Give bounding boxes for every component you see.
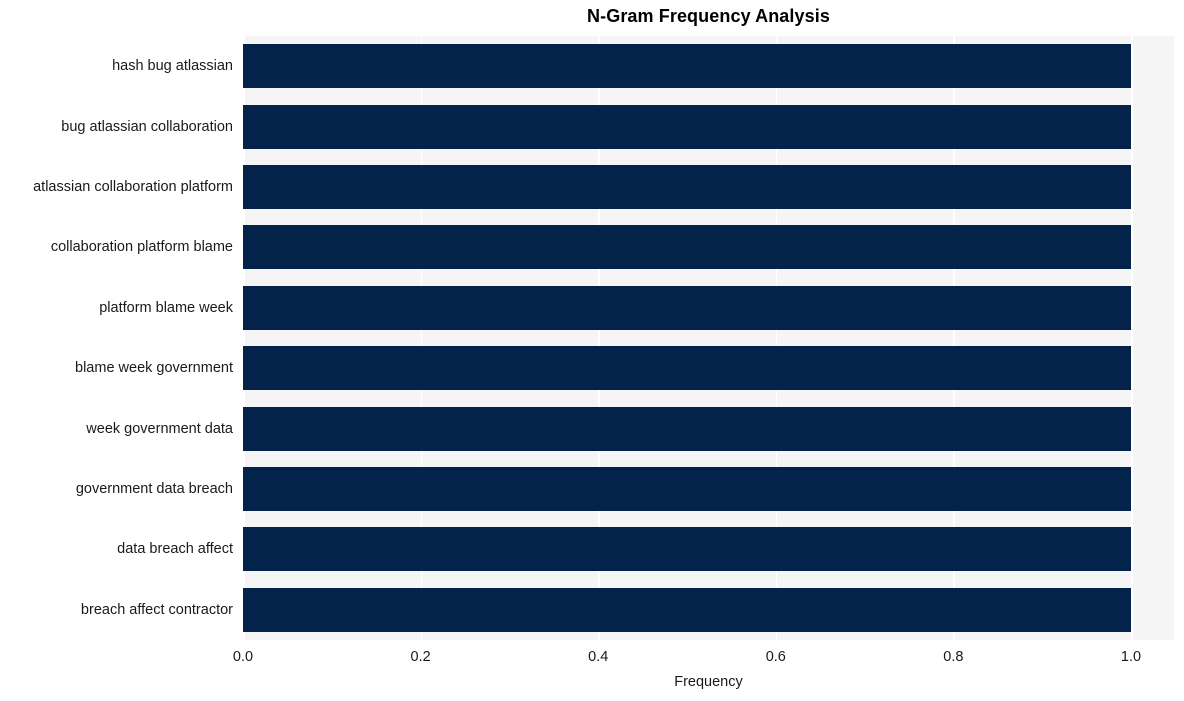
- bar[interactable]: [243, 527, 1131, 572]
- x-axis-tick-label: 0.8: [943, 649, 964, 665]
- bar-slot: [243, 225, 1174, 270]
- bar[interactable]: [243, 346, 1131, 391]
- bar[interactable]: [243, 467, 1131, 511]
- bar-slot: [243, 406, 1174, 451]
- bar[interactable]: [243, 104, 1131, 149]
- y-axis-tick-label: bug atlassian collaboration: [61, 118, 233, 135]
- x-axis-tick-label: 0.6: [765, 649, 786, 665]
- bar-slot: [243, 104, 1174, 149]
- bar-series: [243, 36, 1174, 640]
- plot-area: [243, 36, 1174, 640]
- bar-slot: [243, 346, 1174, 391]
- bar[interactable]: [243, 285, 1131, 330]
- bar-slot: [243, 44, 1174, 89]
- bar[interactable]: [243, 406, 1131, 451]
- chart-figure: N-Gram Frequency Analysis hash bug atlas…: [0, 0, 1184, 701]
- bar[interactable]: [243, 587, 1131, 632]
- y-axis-tick-label: hash bug atlassian: [112, 58, 233, 75]
- x-axis-tick-label: 0.0: [232, 649, 254, 665]
- bar-slot: [243, 285, 1174, 330]
- bar-slot: [243, 587, 1174, 632]
- x-axis-title: Frequency: [674, 674, 743, 690]
- y-axis-tick-label: blame week government: [75, 360, 233, 377]
- y-axis-tick-label: breach affect contractor: [80, 601, 233, 618]
- y-axis-tick-label: data breach affect: [117, 541, 233, 558]
- x-axis-tick-labels: 0.0 0.2 0.4 0.6 0.8 1.0: [0, 640, 1184, 670]
- x-axis-tick-label: 0.2: [410, 649, 431, 665]
- y-axis-tick-labels: hash bug atlassian bug atlassian collabor…: [0, 36, 233, 640]
- y-axis-tick-label: platform blame week: [99, 299, 233, 316]
- bar-slot: [243, 467, 1174, 511]
- chart-title: N-Gram Frequency Analysis: [587, 6, 830, 26]
- y-axis-tick-label: collaboration platform blame: [50, 239, 233, 256]
- bar[interactable]: [243, 44, 1131, 89]
- bar[interactable]: [243, 165, 1131, 209]
- y-axis-tick-label: atlassian collaboration platform: [33, 179, 233, 195]
- y-axis-tick-label: government data breach: [75, 481, 233, 497]
- x-axis-tick-label: 0.4: [588, 649, 609, 665]
- bar[interactable]: [243, 225, 1131, 270]
- bar-slot: [243, 165, 1174, 209]
- y-axis-tick-label: week government data: [86, 420, 233, 437]
- bar-slot: [243, 527, 1174, 572]
- x-axis-tick-label: 1.0: [1120, 649, 1142, 665]
